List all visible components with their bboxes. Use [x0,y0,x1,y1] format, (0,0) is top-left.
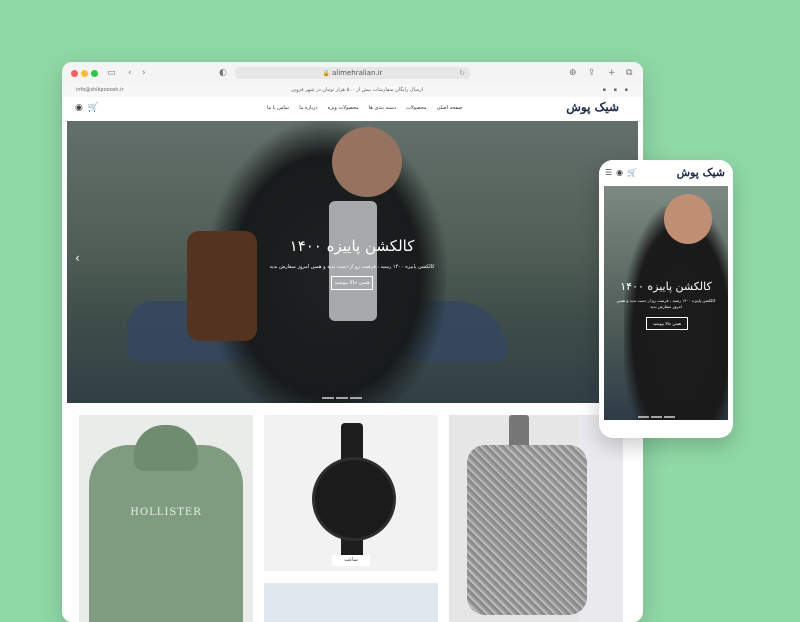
slider-dot[interactable] [664,416,675,418]
back-icon[interactable]: ‹ [128,67,132,79]
slider-dot[interactable] [651,416,662,418]
mobile-hero-title: کالکشن پاییزه ۱۴۰۰ [620,280,712,293]
sidebar-icon[interactable]: ▭ [107,67,116,79]
product-card-watch[interactable]: ساعت [264,415,438,571]
slider-dots [322,384,382,399]
watch-face-image [312,457,396,541]
product-grid: HOLLISTER ساعت [67,403,638,622]
hero-cta-button[interactable]: همین حالا بپوشید [331,276,373,290]
menu-item-home[interactable]: صفحه اصلی [437,105,463,111]
maximize-window-button[interactable] [91,70,98,77]
menu-icon[interactable]: ☰ [605,168,612,177]
mobile-hero-slider: کالکشن پاییزه ۱۴۰۰ کالکشن پاییزه ۱۴۰۰ رس… [604,186,728,420]
mobile-device-frame: ☰ ◉ 🛒 شیک پوش کالکشن پاییزه ۱۴۰۰ کالکشن پا… [599,160,733,438]
contact-email[interactable]: info@shikpooosh.ir [76,87,124,93]
menu-item-products[interactable]: محصولات [406,105,426,111]
tabs-overview-icon[interactable]: ⧉ [626,67,632,79]
mobile-header: ☰ ◉ 🛒 شیک پوش [599,160,733,186]
reload-icon[interactable]: ↻ [459,67,465,79]
address-bar[interactable]: 🔒 alimehralian.ir ↻ [235,67,470,79]
product-card-backpack[interactable] [449,415,623,622]
product-card-partial[interactable] [264,583,438,622]
slider-prev-arrow-icon[interactable]: ‹ [75,251,80,265]
slider-dot[interactable] [638,416,649,418]
slider-dot[interactable] [322,397,334,399]
close-window-button[interactable] [71,70,78,77]
menu-item-featured[interactable]: محصولات ویژه [328,105,359,111]
hero-overlay [67,121,638,403]
hero-subtitle: کالکشن پاییزه ۱۴۰۰ رسید ، فرصت رو از دست… [269,264,435,270]
browser-titlebar: ▭ ‹ › ◐ 🔒 alimehralian.ir ↻ ⊕ ⇪ + ⧉ [62,62,643,85]
backpack-image [467,445,587,615]
cart-icon[interactable]: 🛒 [627,168,637,177]
cart-icon[interactable]: 🛒 [88,103,99,113]
forward-icon[interactable]: › [142,67,146,79]
menu-item-contact[interactable]: تماس با ما [267,105,289,111]
mobile-site-logo[interactable]: شیک پوش [677,166,725,179]
slider-dot[interactable] [336,397,348,399]
desktop-browser-window: ▭ ‹ › ◐ 🔒 alimehralian.ir ↻ ⊕ ⇪ + ⧉ info@… [62,62,643,622]
watch-category-label[interactable]: ساعت [332,555,370,566]
hoodie-image [89,445,243,622]
privacy-icon[interactable]: ◐ [219,67,227,79]
minimize-window-button[interactable] [81,70,88,77]
user-icon[interactable]: ◉ [616,168,623,177]
share-icon[interactable]: ⇪ [588,67,596,79]
hoodie-hood [134,425,198,471]
new-tab-icon[interactable]: + [608,67,616,79]
slider-dot[interactable] [350,397,362,399]
mobile-slider-dots [638,403,677,420]
hoodie-print-text: HOLLISTER [130,507,202,518]
menu-item-categories[interactable]: دسته بندی ها [369,105,396,111]
top-info-strip: info@shikpooosh.ir ارسال رایگان سفارشات … [62,84,643,98]
main-menu: صفحه اصلی محصولات دسته بندی ها محصولات و… [267,105,462,111]
mobile-hero-cta-button[interactable]: همین حالا بپوشید [646,317,688,330]
download-icon[interactable]: ⊕ [569,67,577,79]
social-icons[interactable]: ▪ ▪ ▪ [603,87,631,93]
menu-item-about[interactable]: درباره ما [299,105,317,111]
site-logo[interactable]: شیک پوش [566,100,619,114]
mobile-hero-model-head [664,194,712,244]
product-card-hoodie[interactable]: HOLLISTER [79,415,253,622]
mobile-hero-subtitle: کالکشن پاییزه ۱۴۰۰ رسید ، فرصت رو از دست… [616,298,716,309]
hero-title: کالکشن پاییزه ۱۴۰۰ [289,237,415,255]
shipping-notice: ارسال رایگان سفارشات بیش از ۵۰۰ هزار توم… [290,87,424,93]
lock-icon: 🔒 [322,70,330,77]
site-header: ◉ 🛒 صفحه اصلی محصولات دسته بندی ها محصولا… [62,97,643,122]
user-icon[interactable]: ◉ [75,103,83,113]
url-text: alimehralian.ir [331,69,383,77]
hero-slider: ‹ کالکشن پاییزه ۱۴۰۰ کالکشن پاییزه ۱۴۰۰ … [67,121,638,403]
